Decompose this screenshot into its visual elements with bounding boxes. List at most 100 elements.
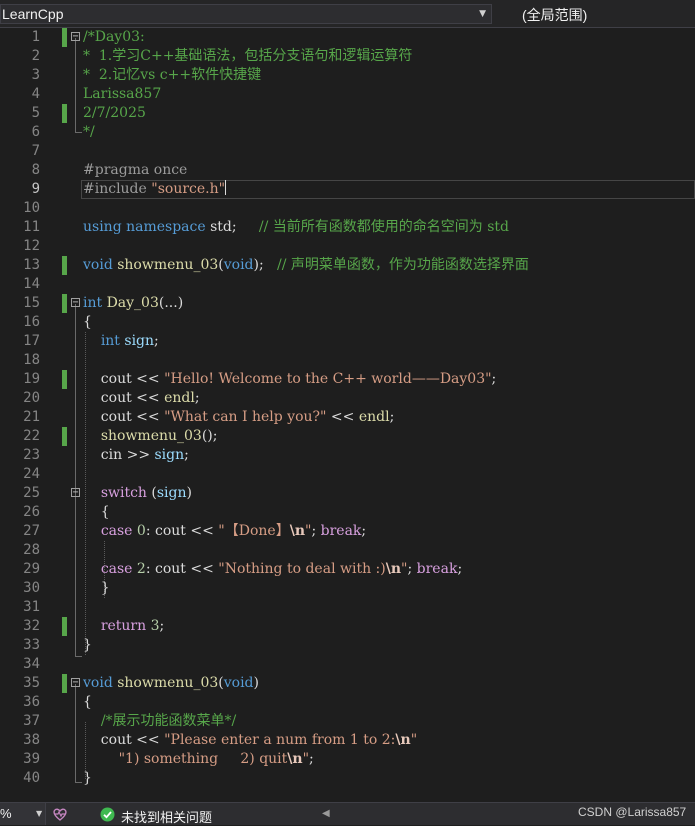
code-line[interactable]: 23 cin >> sign; <box>0 446 695 465</box>
code-text[interactable]: /*展示功能函数菜单*/ <box>83 712 236 731</box>
code-line[interactable]: 6 */ <box>0 123 695 142</box>
code-text[interactable]: case 2: cout << "Nothing to deal with :)… <box>83 560 462 579</box>
project-dropdown[interactable]: LearnCpp ▼ <box>0 4 492 24</box>
code-text[interactable]: { <box>83 313 92 332</box>
code-text[interactable]: */ <box>83 123 95 142</box>
code-line[interactable]: 28 <box>0 541 695 560</box>
code-line[interactable]: 4 Larissa857 <box>0 85 695 104</box>
code-line[interactable]: 26 { <box>0 503 695 522</box>
code-token: << <box>326 409 359 425</box>
code-line[interactable]: 17 int sign; <box>0 332 695 351</box>
scroll-left-icon[interactable]: ◀ <box>322 808 330 819</box>
code-line[interactable]: 16 { <box>0 313 695 332</box>
code-text[interactable]: void showmenu_03(void); // 声明菜单函数，作为功能函数… <box>83 256 529 275</box>
code-token: Day_03 <box>106 295 159 311</box>
code-text[interactable]: 2/7/2025 <box>83 104 146 123</box>
code-line[interactable]: 35 − void showmenu_03(void) <box>0 674 695 693</box>
line-number: 17 <box>23 333 40 349</box>
issues-status-text[interactable]: 未找到相关问题 <box>121 807 212 826</box>
code-line[interactable]: 32 return 3; <box>0 617 695 636</box>
chevron-down-icon[interactable]: ▼ <box>36 809 42 818</box>
code-text[interactable]: cout << endl; <box>83 389 200 408</box>
chevron-down-icon[interactable]: ▼ <box>479 9 486 19</box>
code-line[interactable]: 30 } <box>0 579 695 598</box>
code-text[interactable]: "1) something 2) quit\n"; <box>83 750 314 769</box>
code-text[interactable]: * 2.记忆vs c++软件快捷键 <box>83 66 261 85</box>
code-text[interactable]: int sign; <box>83 332 159 351</box>
code-text[interactable]: } <box>83 769 92 788</box>
code-text[interactable]: cout << "What can I help you?" << endl; <box>83 408 395 427</box>
collapse-icon[interactable]: − <box>71 488 80 498</box>
code-line[interactable]: 3 * 2.记忆vs c++软件快捷键 <box>0 66 695 85</box>
change-marker <box>62 674 67 693</box>
change-marker <box>62 617 67 636</box>
collapse-icon[interactable]: − <box>71 678 80 688</box>
code-line[interactable]: 7 <box>0 142 695 161</box>
code-line[interactable]: 38 cout << "Please enter a num from 1 to… <box>0 731 695 750</box>
code-token: "Nothing to deal with :) <box>218 561 386 577</box>
code-text[interactable]: case 0: cout << "【Done】\n"; break; <box>83 522 366 541</box>
code-text[interactable]: { <box>83 693 92 712</box>
code-line[interactable]: 2 * 1.学习C++基础语法，包括分支语句和逻辑运算符 <box>0 47 695 66</box>
code-text[interactable]: } <box>83 579 110 598</box>
code-line[interactable]: 31 <box>0 598 695 617</box>
code-text[interactable]: cout << "Hello! Welcome to the C++ world… <box>83 370 496 389</box>
code-line[interactable]: 10 <box>0 199 695 218</box>
code-text[interactable]: #pragma once <box>83 161 187 180</box>
code-line[interactable]: 22 showmenu_03(); <box>0 427 695 446</box>
code-line[interactable]: 8 #pragma once <box>0 161 695 180</box>
code-text[interactable]: cout << "Please enter a num from 1 to 2:… <box>83 731 417 750</box>
code-line[interactable]: 18 <box>0 351 695 370</box>
code-line[interactable]: 13 void showmenu_03(void); // 声明菜单函数，作为功能… <box>0 256 695 275</box>
code-line[interactable]: 12 <box>0 237 695 256</box>
code-line[interactable]: 40} <box>0 769 695 788</box>
code-text[interactable]: /*Day03: <box>83 28 145 47</box>
code-token: ; <box>389 409 395 425</box>
collapse-icon[interactable]: − <box>71 298 80 308</box>
code-text[interactable]: switch (sign) <box>83 484 192 503</box>
code-line[interactable]: 15 − int Day_03(...) <box>0 294 695 313</box>
code-text[interactable]: } <box>83 636 92 655</box>
code-line[interactable]: 39 "1) something 2) quit\n"; <box>0 750 695 769</box>
code-text[interactable]: int Day_03(...) <box>83 294 183 313</box>
code-line[interactable]: 33} <box>0 636 695 655</box>
code-line[interactable]: 11 using namespace std; // 当前所有函数都使用的命名空间… <box>0 218 695 237</box>
line-number: 8 <box>31 162 40 178</box>
zoom-dropdown[interactable]: % ▼ <box>0 803 46 825</box>
collapse-icon[interactable]: − <box>71 32 80 42</box>
code-token: #pragma once <box>83 162 188 178</box>
code-text[interactable]: showmenu_03(); <box>83 427 218 446</box>
change-marker <box>62 294 67 313</box>
code-text[interactable]: return 3; <box>83 617 164 636</box>
code-line[interactable]: 19 cout << "Hello! Welcome to the C++ wo… <box>0 370 695 389</box>
code-token: ; <box>457 561 463 577</box>
code-health-icon[interactable] <box>52 806 68 822</box>
code-token: : cout << <box>145 561 219 577</box>
code-line[interactable]: 27 case 0: cout << "【Done】\n"; break; <box>0 522 695 541</box>
code-text[interactable]: Larissa857 <box>83 85 161 104</box>
code-line[interactable]: 1 −/*Day03: <box>0 28 695 47</box>
code-line[interactable]: 24 <box>0 465 695 484</box>
code-line[interactable]: 20 cout << endl; <box>0 389 695 408</box>
code-line[interactable]: 5 2/7/2025 <box>0 104 695 123</box>
scope-dropdown[interactable]: (全局范围) <box>500 4 695 24</box>
code-text[interactable]: #include "source.h" <box>83 180 227 199</box>
code-line[interactable]: 25 − switch (sign) <box>0 484 695 503</box>
code-line[interactable]: 21 cout << "What can I help you?" << end… <box>0 408 695 427</box>
code-editor[interactable]: 1−/*Day03: 2 * 1.学习C++基础语法，包括分支语句和逻辑运算符 3 * … <box>0 28 695 802</box>
code-line[interactable]: 29 case 2: cout << "Nothing to deal with… <box>0 560 695 579</box>
code-text[interactable]: { <box>83 503 110 522</box>
code-line[interactable]: 37 /*展示功能函数菜单*/ <box>0 712 695 731</box>
code-line[interactable]: 14 <box>0 275 695 294</box>
code-text[interactable]: void showmenu_03(void) <box>83 674 259 693</box>
code-line[interactable]: 34 <box>0 655 695 674</box>
code-token: " <box>410 732 418 748</box>
code-text[interactable]: * 1.学习C++基础语法，包括分支语句和逻辑运算符 <box>83 47 412 66</box>
code-line[interactable]: 36 { <box>0 693 695 712</box>
code-text[interactable]: using namespace std; // 当前所有函数都使用的命名空间为 … <box>83 218 509 237</box>
code-token: \n <box>395 732 411 748</box>
code-token: * 1.学习C++基础语法，包括分支语句和逻辑运算符 <box>83 48 413 64</box>
code-line[interactable]: 9 #include "source.h" <box>0 180 695 199</box>
code-text[interactable]: cin >> sign; <box>83 446 189 465</box>
code-token: { <box>83 504 110 520</box>
